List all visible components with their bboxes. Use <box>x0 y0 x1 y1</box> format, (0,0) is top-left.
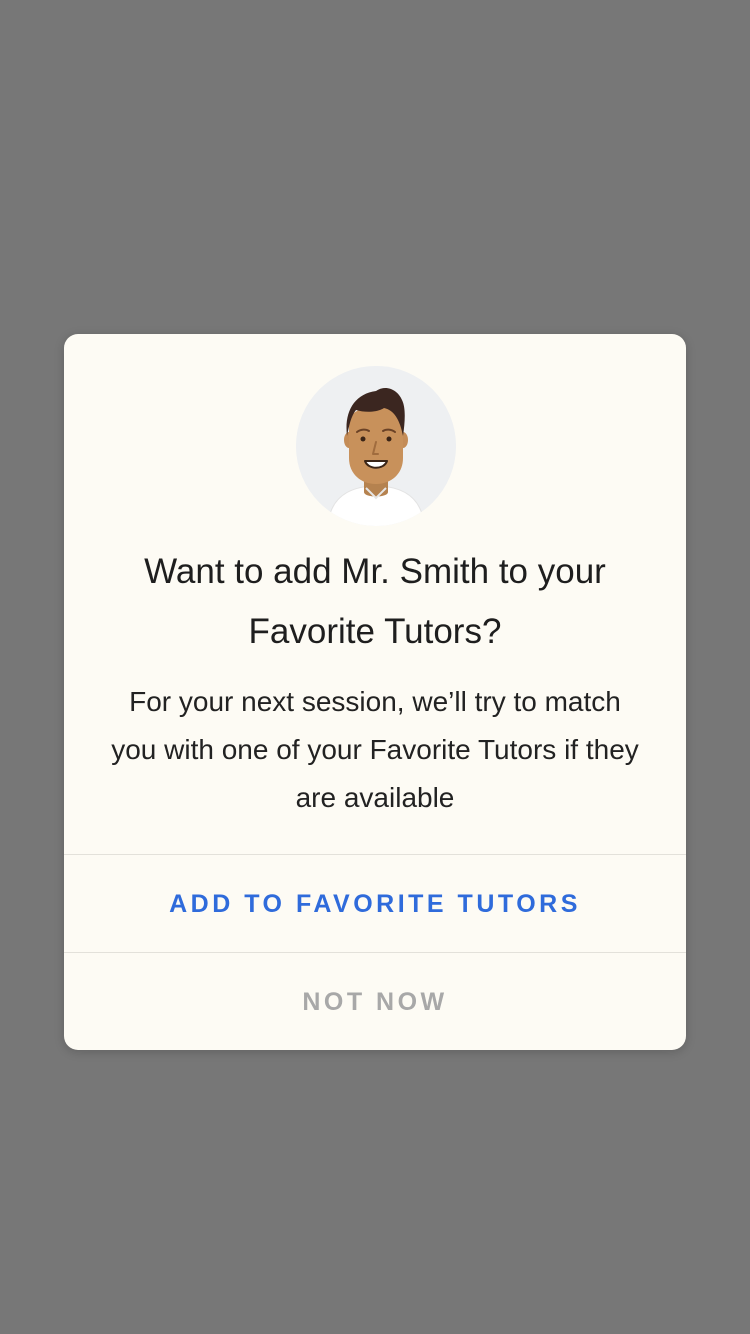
not-now-button[interactable]: NOT NOW <box>64 954 686 1050</box>
dialog-message: For your next session, we’ll try to matc… <box>111 686 639 813</box>
tutor-avatar-icon <box>296 366 456 526</box>
dialog-title: Want to add Mr. Smith to your Favorite T… <box>144 552 606 651</box>
divider <box>64 952 686 953</box>
add-to-favorites-button[interactable]: ADD TO FAVORITE TUTORS <box>64 856 686 952</box>
divider <box>64 854 686 855</box>
tutor-avatar <box>296 366 456 526</box>
favorite-tutor-dialog: Want to add Mr. Smith to your Favorite T… <box>64 334 686 1050</box>
